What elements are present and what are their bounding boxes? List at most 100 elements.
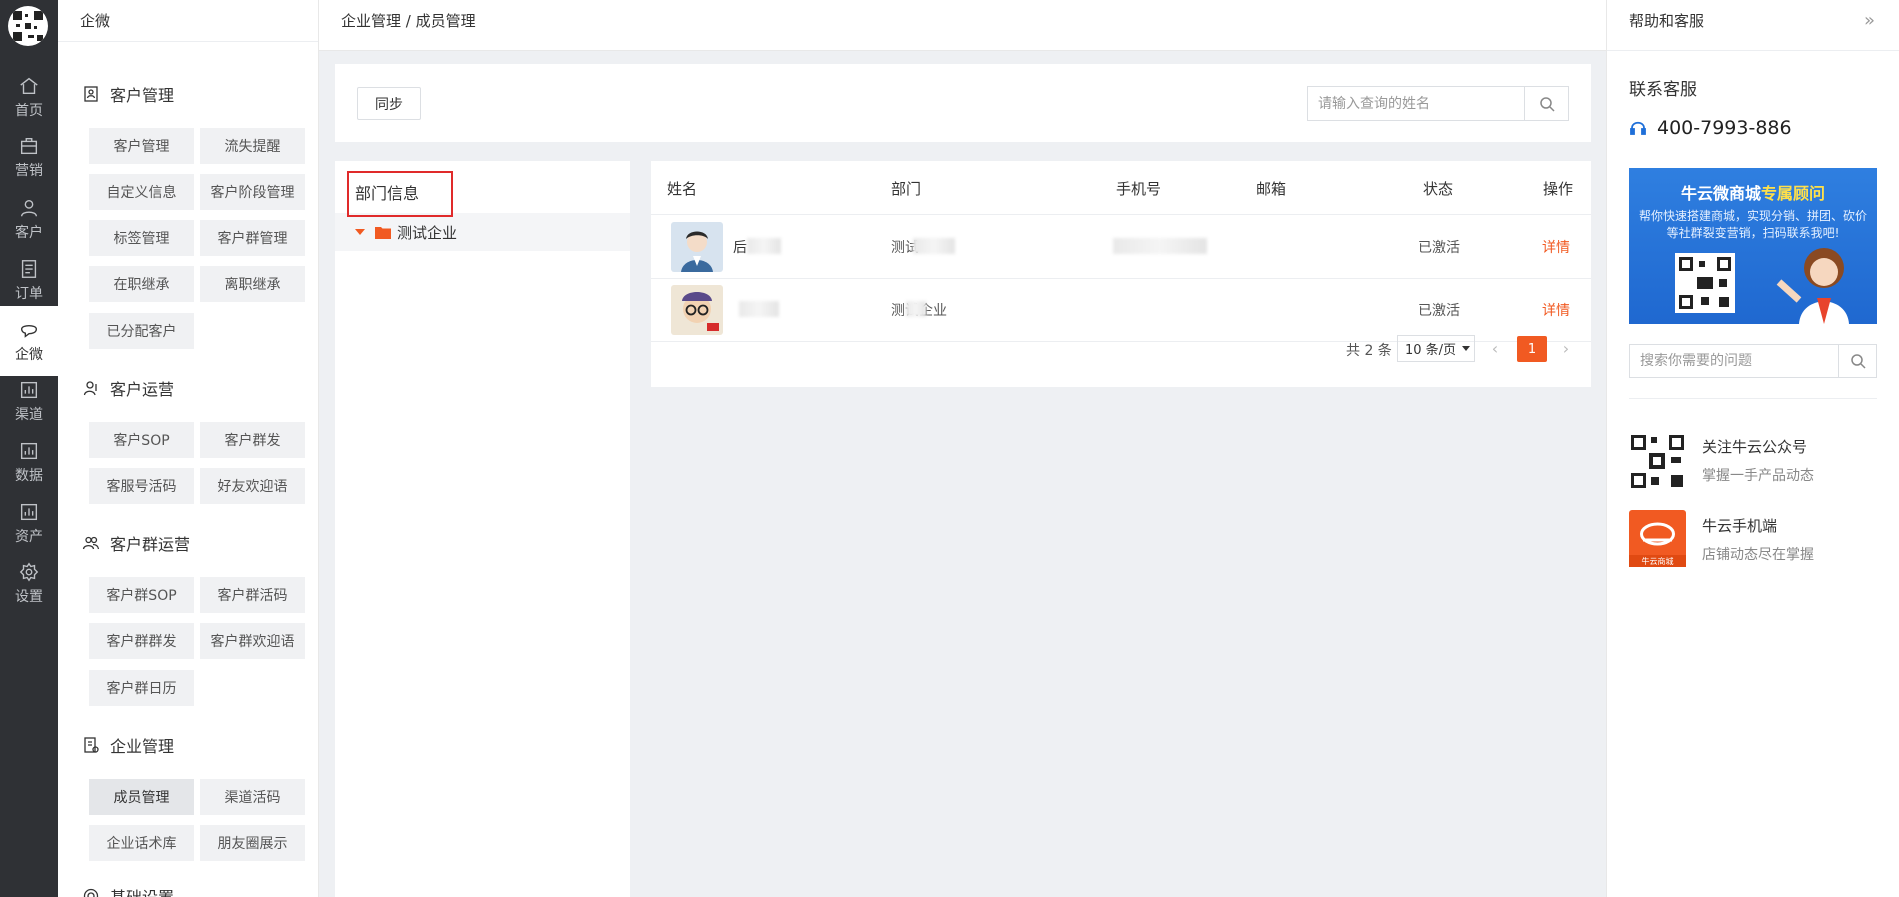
column-header-department: 部门 <box>891 180 922 198</box>
detail-link[interactable]: 详情 <box>1542 300 1570 320</box>
rail-item-customer[interactable]: 客户 <box>0 184 58 254</box>
menu-button-customer-broadcast[interactable]: 客户群发 <box>200 422 305 458</box>
menu-button-group-sop[interactable]: 客户群SOP <box>89 577 194 613</box>
menu-button-churn-reminder[interactable]: 流失提醒 <box>200 128 305 164</box>
rail-item-order[interactable]: 订单 <box>0 245 58 315</box>
menu-button-tag-management[interactable]: 标签管理 <box>89 220 194 256</box>
tree-node-test-enterprise[interactable]: 测试企业 <box>335 213 630 251</box>
menu-button-friend-welcome[interactable]: 好友欢迎语 <box>200 468 305 504</box>
qrcode-icon <box>1675 253 1735 313</box>
table-row: 后 测试 已激活 详情 <box>651 216 1591 279</box>
pagination: 共 2 条 10 条/页 ‹ 1 › <box>651 330 1591 370</box>
document-icon <box>21 259 37 278</box>
tree-node-label: 测试企业 <box>397 223 458 242</box>
menu-button-resigned-inherit[interactable]: 离职继承 <box>200 266 305 302</box>
menu-button-moments-display[interactable]: 朋友圈展示 <box>200 825 305 861</box>
chart-icon <box>20 503 38 520</box>
column-header-status: 状态 <box>1423 180 1454 198</box>
help-search-input[interactable] <box>1630 345 1838 377</box>
prev-page-icon[interactable]: ‹ <box>1485 338 1505 358</box>
menu-button-script-library[interactable]: 企业话术库 <box>89 825 194 861</box>
help-search-button[interactable] <box>1838 345 1876 377</box>
menu-button-customer-management[interactable]: 客户管理 <box>89 128 194 164</box>
left-rail: 首页 营销 客户 订单 企微 渠道 数据 资产 设置 <box>0 0 58 897</box>
help-title: 帮助和客服 <box>1629 12 1705 30</box>
rail-item-channel[interactable]: 渠道 <box>0 366 58 436</box>
detail-link[interactable]: 详情 <box>1542 237 1570 257</box>
user-ops-icon <box>83 381 97 396</box>
chart-icon <box>20 442 38 459</box>
redacted-department <box>906 301 926 317</box>
follow-account-title[interactable]: 关注牛云公众号 <box>1702 436 1807 457</box>
caret-down-icon[interactable] <box>355 229 365 235</box>
contact-title: 联系客服 <box>1629 80 1697 100</box>
page-size-select[interactable]: 10 条/页 <box>1397 335 1475 362</box>
menu-button-group-livecode[interactable]: 客户群活码 <box>200 577 305 613</box>
banner-text: 帮你快速搭建商城，实现分销、拼团、砍价等社群裂变营销，扫码联系我吧! <box>1639 209 1868 240</box>
member-name: 后 <box>733 240 747 256</box>
folder-icon <box>375 227 391 239</box>
menu-button-assigned-customers[interactable]: 已分配客户 <box>89 313 194 349</box>
search-button[interactable] <box>1524 87 1568 120</box>
department-info-title: 部门信息 <box>347 171 453 217</box>
total-count: 共 2 条 <box>1346 343 1392 359</box>
rail-item-label: 企微 <box>15 346 43 363</box>
search-icon <box>1850 354 1866 369</box>
qrcode-icon[interactable] <box>1629 433 1686 490</box>
rail-item-data[interactable]: 数据 <box>0 427 58 497</box>
group-title-customer-management: 客户管理 <box>82 82 174 106</box>
redacted-name <box>747 238 781 254</box>
column-header-email: 邮箱 <box>1256 180 1287 198</box>
app-icon-label: 牛云商城 <box>1642 556 1674 566</box>
rail-item-label: 订单 <box>15 285 43 302</box>
column-header-name: 姓名 <box>667 180 698 198</box>
column-header-phone: 手机号 <box>1116 180 1162 198</box>
rail-item-marketing[interactable]: 营销 <box>0 122 58 192</box>
enterprise-icon <box>84 737 99 753</box>
menu-button-service-livecode[interactable]: 客服号活码 <box>89 468 194 504</box>
contact-phone: 400-7993-886 <box>1629 117 1792 139</box>
chart-icon <box>20 381 38 398</box>
collapse-icon[interactable]: » <box>1864 0 1875 42</box>
breadcrumb: 企业管理 / 成员管理 <box>319 0 1606 51</box>
menu-button-group-calendar[interactable]: 客户群日历 <box>89 670 194 706</box>
divider <box>1629 398 1877 399</box>
current-page[interactable]: 1 <box>1517 336 1547 362</box>
rail-item-settings[interactable]: 设置 <box>0 548 58 618</box>
chat-icon <box>20 324 38 338</box>
menu-button-channel-livecode[interactable]: 渠道活码 <box>200 779 305 815</box>
search-icon <box>1539 96 1555 112</box>
menu-button-custom-info[interactable]: 自定义信息 <box>89 174 194 210</box>
rail-item-label: 渠道 <box>15 406 43 423</box>
group-title-enterprise-management: 企业管理 <box>82 733 174 757</box>
headset-icon <box>1630 121 1646 135</box>
help-panel: 帮助和客服 » 联系客服 400-7993-886 牛云微商城专属顾问 帮你快速… <box>1606 0 1899 897</box>
gear-icon <box>19 562 39 581</box>
consultant-illustration <box>1776 248 1849 324</box>
menu-button-customer-stage[interactable]: 客户阶段管理 <box>200 174 305 210</box>
menu-title: 企微 <box>58 0 318 42</box>
avatar <box>671 285 723 335</box>
group-title-group-operation: 客户群运营 <box>82 531 190 555</box>
menu-button-group-broadcast[interactable]: 客户群群发 <box>89 623 194 659</box>
name-search-input[interactable] <box>1308 87 1524 120</box>
mobile-app-icon[interactable]: 牛云商城 <box>1629 510 1686 567</box>
menu-button-member-management[interactable]: 成员管理 <box>89 779 194 815</box>
mobile-app-title[interactable]: 牛云手机端 <box>1702 515 1777 536</box>
next-page-icon[interactable]: › <box>1556 338 1576 358</box>
menu-button-customer-sop[interactable]: 客户SOP <box>89 422 194 458</box>
gear-icon <box>83 888 99 897</box>
group-title-customer-operation: 客户运营 <box>82 376 174 400</box>
menu-button-onjob-inherit[interactable]: 在职继承 <box>89 266 194 302</box>
mobile-app-sub: 店铺动态尽在掌握 <box>1702 547 1814 563</box>
home-icon <box>20 77 38 94</box>
rail-item-label: 设置 <box>15 588 43 605</box>
menu-button-group-welcome[interactable]: 客户群欢迎语 <box>200 623 305 659</box>
menu-button-customer-group-management[interactable]: 客户群管理 <box>200 220 305 256</box>
sync-button[interactable]: 同步 <box>357 87 421 120</box>
help-search <box>1629 344 1877 378</box>
consultant-banner[interactable]: 牛云微商城专属顾问 帮你快速搭建商城，实现分销、拼团、砍价等社群裂变营销，扫码联… <box>1629 168 1877 324</box>
avatar <box>671 222 723 272</box>
banner-title: 牛云微商城专属顾问 <box>1680 184 1826 203</box>
contacts-icon <box>84 86 98 102</box>
